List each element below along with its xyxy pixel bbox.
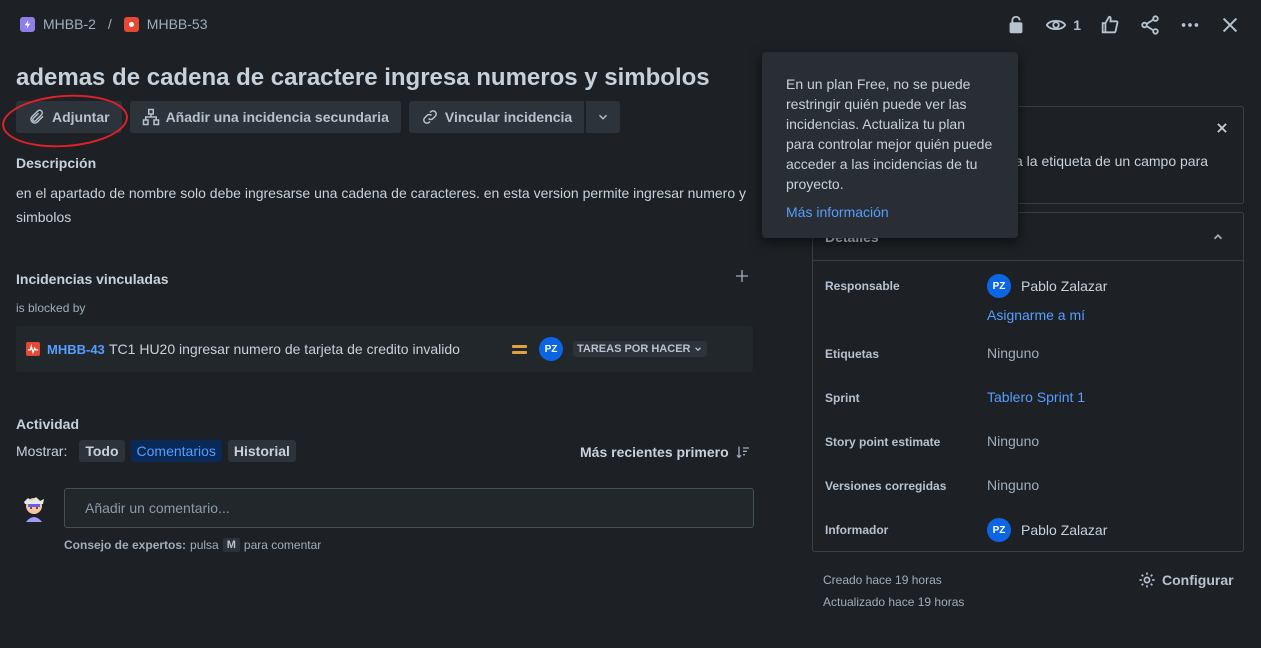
- assignee-label: Responsable: [825, 279, 900, 293]
- avatar[interactable]: PZ: [539, 337, 563, 361]
- link-issue-label: Vincular incidencia: [444, 109, 573, 125]
- link-issue-button[interactable]: Vincular incidencia: [408, 101, 585, 133]
- field-hint-text: a la etiqueta de un campo para: [1015, 153, 1209, 169]
- tab-history[interactable]: Historial: [227, 440, 296, 462]
- linked-issue-key[interactable]: MHBB-43: [47, 342, 109, 357]
- gear-icon: [1139, 572, 1155, 588]
- chevron-up-icon: [1213, 234, 1223, 240]
- description-text[interactable]: en el apartado de nombre solo debe ingre…: [16, 181, 746, 229]
- pro-tip: Consejo de expertos: pulsa M para coment…: [64, 538, 321, 552]
- issue-title[interactable]: ademas de cadena de caractere ingresa nu…: [16, 64, 710, 92]
- reporter-field[interactable]: PZ Pablo Zalazar: [987, 518, 1107, 542]
- sort-label: Más recientes primero: [580, 444, 729, 460]
- share-icon[interactable]: [1139, 14, 1161, 36]
- assignee-name: Pablo Zalazar: [1021, 278, 1108, 294]
- thumbs-up-icon[interactable]: [1099, 14, 1121, 36]
- link-relation-label: is blocked by: [16, 301, 86, 315]
- breadcrumb-parent[interactable]: MHBB-2: [43, 16, 96, 32]
- labels-label: Etiquetas: [825, 347, 880, 361]
- tab-all[interactable]: Todo: [79, 440, 125, 462]
- status-dropdown[interactable]: TAREAS POR HACER: [573, 341, 708, 357]
- add-child-label: Añadir una incidencia secundaria: [165, 109, 389, 125]
- reporter-name: Pablo Zalazar: [1021, 522, 1108, 538]
- pro-tip-prefix: Consejo de expertos:: [64, 538, 187, 552]
- story-points-value[interactable]: Ninguno: [987, 433, 1039, 449]
- breadcrumb: MHBB-2 / MHBB-53: [20, 16, 207, 32]
- created-timestamp: Creado hace 19 horas: [823, 573, 942, 587]
- watch-count: 1: [1073, 17, 1081, 33]
- linked-issue-row[interactable]: MHBB-43 TC1 HU20 ingresar numero de tarj…: [16, 326, 753, 372]
- status-label: TAREAS POR HACER: [577, 343, 691, 355]
- assignee-field[interactable]: PZ Pablo Zalazar: [987, 274, 1107, 298]
- details-panel: Detalles Responsable PZ Pablo Zalazar As…: [812, 212, 1244, 552]
- linked-issue-summary[interactable]: TC1 HU20 ingresar numero de tarjeta de c…: [109, 341, 512, 357]
- reporter-label: Informador: [825, 523, 889, 537]
- linked-issues-label: Incidencias vinculadas: [16, 271, 169, 287]
- activity-filter: Mostrar: Todo Comentarios Historial: [16, 440, 296, 462]
- updated-timestamp: Actualizado hace 19 horas: [823, 595, 965, 609]
- configure-label: Configurar: [1162, 572, 1234, 588]
- keyboard-shortcut-key: M: [222, 538, 240, 552]
- bug-icon: [123, 16, 139, 32]
- user-avatar: [18, 492, 50, 524]
- comment-input[interactable]: Añadir un comentario...: [64, 488, 754, 528]
- watch-button[interactable]: 1: [1045, 14, 1081, 36]
- show-label: Mostrar:: [16, 443, 68, 459]
- fix-versions-value[interactable]: Ninguno: [987, 477, 1039, 493]
- avatar: PZ: [987, 518, 1011, 542]
- sprint-label: Sprint: [825, 391, 860, 405]
- avatar: PZ: [987, 274, 1011, 298]
- breadcrumb-current[interactable]: MHBB-53: [147, 16, 208, 32]
- pro-tip-suffix: para comentar: [243, 538, 322, 552]
- add-child-issue-button[interactable]: Añadir una incidencia secundaria: [129, 101, 401, 133]
- eye-icon: [1046, 19, 1067, 31]
- story-points-label: Story point estimate: [825, 435, 941, 449]
- popover-text: En un plan Free, no se puede restringir …: [786, 76, 993, 192]
- pro-tip-mid: pulsa: [190, 538, 219, 552]
- sprint-value[interactable]: Tablero Sprint 1: [987, 389, 1085, 405]
- configure-button[interactable]: Configurar: [1138, 571, 1234, 589]
- annotation-circle: [0, 90, 130, 152]
- description-label: Descripción: [16, 155, 97, 171]
- learn-more-link[interactable]: Más información: [786, 202, 994, 222]
- labels-value[interactable]: Ninguno: [987, 345, 1039, 361]
- epic-icon: [20, 16, 35, 32]
- add-link-icon[interactable]: [734, 268, 750, 287]
- tab-comments[interactable]: Comentarios: [130, 440, 222, 462]
- assign-to-me-link[interactable]: Asignarme a mí: [987, 307, 1085, 323]
- chevron-down-icon: [695, 347, 702, 352]
- sort-icon: [736, 446, 749, 459]
- bug-icon: [26, 342, 40, 356]
- close-icon[interactable]: [1215, 121, 1229, 135]
- lock-icon[interactable]: [1005, 14, 1027, 36]
- hierarchy-icon: [142, 108, 159, 126]
- link-icon: [422, 110, 437, 124]
- sort-button[interactable]: Más recientes primero: [580, 444, 751, 460]
- plan-upgrade-popover: En un plan Free, no se puede restringir …: [762, 52, 1018, 238]
- more-icon[interactable]: [1179, 14, 1201, 36]
- more-actions-dropdown[interactable]: [585, 101, 621, 133]
- issue-toolbar: 1: [1005, 14, 1241, 36]
- priority-medium-icon: [512, 344, 527, 354]
- activity-label: Actividad: [16, 416, 80, 432]
- comment-placeholder: Añadir un comentario...: [85, 500, 230, 516]
- chevron-down-icon: [599, 114, 608, 120]
- breadcrumb-separator: /: [107, 16, 112, 32]
- close-icon[interactable]: [1219, 14, 1241, 36]
- fix-versions-label: Versiones corregidas: [825, 479, 947, 493]
